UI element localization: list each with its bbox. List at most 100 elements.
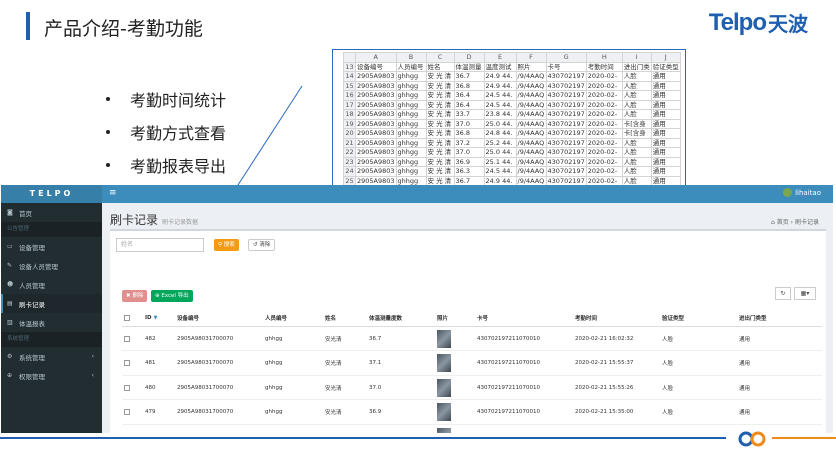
sort-icon[interactable]: ▼ [154, 315, 158, 321]
sidebar-section-header: 公告管理 [1, 222, 102, 237]
sidebar-item-3[interactable]: ✎ 设备人员管理 [1, 256, 102, 275]
row-checkbox[interactable] [124, 360, 130, 366]
excel-col-letter: F [515, 52, 547, 63]
username: lihaitao [795, 188, 821, 197]
title-accent-bar [26, 12, 30, 40]
excel-cell: 430702197 [545, 71, 587, 82]
table-cell: 通用 [739, 336, 751, 343]
table-cell: 430702197211070010 [477, 335, 540, 342]
excel-row: 19 2905A9803 ghhgg 安 光 清 37.0 25.0 44./9/4AAQ… [343, 118, 681, 129]
excel-cell: 36.4 [453, 99, 485, 110]
bullet-text: 考勤时间统计 [130, 90, 227, 110]
excel-header-row: 13 设备编号 人员编号 姓名 体温测量 温度测试 照片 卡号 考勤时间 进出门类 验证类型 [343, 61, 681, 72]
excel-cell: ghhgg [395, 99, 427, 110]
feature-list: 考勤时间统计 考勤方式查看 考勤报表导出 [106, 82, 226, 181]
records-panel: 姓名 ⚲ 搜索 ↺ 清除 ✖ 删除 ⊕ Excel 导出 ↻ ▦▾ ID ▼ 设备编… [110, 229, 826, 433]
excel-header-cell: 体温测量 [453, 61, 485, 72]
excel-cell: 安 光 清 [425, 109, 455, 120]
footer-accent [772, 437, 836, 439]
column-header: 验证类型 [662, 315, 685, 322]
excel-cell: 2020-02- [585, 166, 623, 177]
excel-cell: 2905A9803 [355, 71, 397, 82]
excel-cell: /9/4AAQ [515, 128, 547, 139]
table-cell: ghhgg [265, 409, 283, 415]
table-row[interactable]: 480 2905A98031700070 ghhgg 安光清 37.0 430702197… [122, 376, 822, 400]
table-cell: 479 [145, 409, 156, 415]
table-row[interactable]: 481 2905A98031700070 ghhgg 安光清 37.1 430702197… [122, 352, 822, 376]
breadcrumb-home[interactable]: 首页 [777, 219, 789, 226]
table-cell: 2905A98031700070 [177, 384, 234, 391]
page-header: 刷卡记录 刷卡记录数据 [110, 211, 198, 228]
sidebar: ◙ 首页 公告管理 ▭ 设备管理 ✎ 设备人员管理 ☻ 人员管理 ▤ 刷卡记录 ▥ 体温报表 系统管理 ⚙ 系… [1, 203, 102, 433]
table-cell: 37.1 [369, 360, 382, 366]
excel-cell: 通用 [650, 166, 681, 177]
excel-col-letter: B [395, 52, 427, 63]
sidebar-item-9[interactable]: ⊕ 权限管理 ‹ [1, 366, 102, 385]
table-row[interactable]: 479 2905A98031700070 ghhgg 安光清 36.9 430702197… [122, 401, 822, 425]
column-header: 卡号 [477, 315, 489, 322]
excel-cell: 430702197 [545, 109, 587, 120]
excel-col-letter: C [425, 52, 455, 63]
table-toolbar: ↻ ▦▾ [772, 287, 816, 300]
sidebar-item-label: 设备人员管理 [19, 262, 58, 271]
brand-logo[interactable]: TELPO [1, 185, 102, 203]
table-cell: 2020-02-21 15:35:00 [575, 409, 634, 415]
row-checkbox[interactable] [124, 335, 130, 342]
excel-col-letter: D [453, 52, 485, 63]
table-cell: 2020-02-21 15:55:37 [575, 360, 634, 366]
table-cell: 430702197211070010 [477, 384, 540, 391]
table-cell: 2020-02-21 15:55:26 [575, 384, 634, 391]
row-checkbox[interactable] [124, 384, 130, 391]
name-search-input[interactable]: 姓名 [116, 238, 204, 252]
refresh-icon[interactable]: ↻ [775, 287, 791, 300]
excel-cell: 25.0 44. [483, 147, 517, 158]
excel-header-cell: 姓名 [425, 61, 455, 72]
excel-cell: ghhgg [395, 71, 427, 82]
row-checkbox[interactable] [124, 409, 130, 415]
sidebar-item-0[interactable]: ◙ 首页 [1, 203, 102, 222]
table-cell: 通用 [739, 361, 751, 367]
excel-cell: 2020-02- [585, 156, 623, 167]
excel-cell: 人脸 [621, 80, 652, 91]
columns-toggle-icon[interactable]: ▦▾ [794, 287, 816, 300]
excel-cell: 36.8 [453, 80, 485, 91]
sidebar-item-label: 体温报表 [19, 319, 45, 328]
sidebar-item-4[interactable]: ☻ 人员管理 [1, 275, 102, 294]
table-row[interactable]: 4782905A98031700070ghhgg安光清36.9430702197… [122, 425, 822, 433]
excel-cell: /9/4AAQ [515, 118, 547, 129]
excel-cell: 卡[含身 [621, 118, 652, 129]
excel-cell: ghhgg [395, 166, 427, 177]
sidebar-item-8[interactable]: ⚙ 系统管理 ‹ [1, 347, 102, 366]
telpo-logo: Telpo 天波 [709, 8, 808, 37]
user-menu[interactable]: lihaitao [783, 188, 821, 197]
excel-cell: 卡[含身 [621, 128, 652, 139]
excel-export-button[interactable]: ⊕ Excel 导出 [151, 290, 193, 302]
excel-cell: 14 [343, 71, 356, 82]
table-cell: 安光清 [325, 336, 342, 343]
excel-cell: 25.0 44. [483, 118, 517, 129]
sidebar-item-2[interactable]: ▭ 设备管理 [1, 237, 102, 256]
table-row[interactable]: 482 2905A98031700070 ghhgg 安光清 36.7 430702197… [122, 327, 822, 351]
delete-button[interactable]: ✖ 删除 [122, 290, 148, 302]
logo-wordmark: Telpo [708, 8, 767, 36]
table-cell: 卡(含身份证)+人脸 [662, 433, 709, 434]
table-cell: 人脸 [662, 410, 674, 416]
page-title: 刷卡记录 [110, 213, 159, 227]
excel-cell: 2020-02- [585, 109, 623, 120]
search-button[interactable]: ⚲ 搜索 [214, 239, 239, 251]
excel-cell: 人脸 [621, 71, 652, 82]
sidebar-section-header: 系统管理 [1, 332, 102, 347]
menu-toggle-icon[interactable]: ≡ [109, 188, 117, 198]
table-cell: 2905A98031700070 [177, 360, 234, 366]
excel-cell: /9/4AAQ [515, 147, 547, 158]
sidebar-item-5[interactable]: ▤ 刷卡记录 [1, 294, 102, 313]
table-cell: 36.7 [369, 335, 382, 342]
avatar [783, 188, 793, 197]
clear-button[interactable]: ↺ 清除 [248, 239, 276, 251]
excel-cell: 36.3 [453, 166, 485, 177]
excel-cell: 2905A9803 [355, 166, 397, 177]
excel-cell: 24.5 44. [483, 90, 517, 101]
excel-cell: 18 [343, 109, 356, 120]
sidebar-item-6[interactable]: ▥ 体温报表 [1, 313, 102, 332]
select-all-checkbox[interactable] [124, 314, 130, 321]
